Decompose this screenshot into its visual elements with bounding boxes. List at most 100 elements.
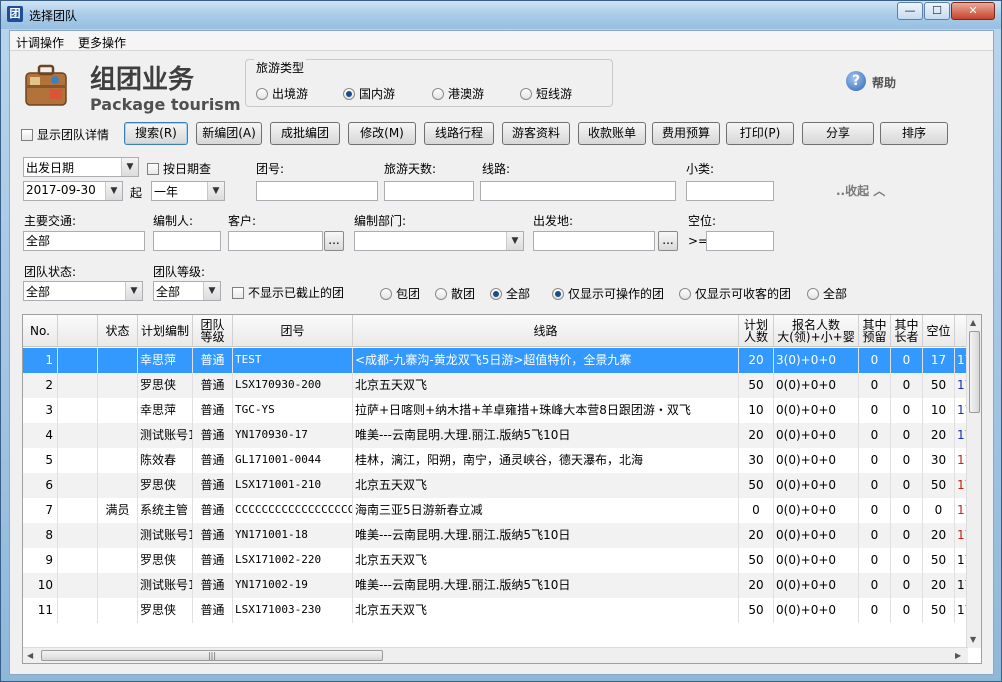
- col-senior[interactable]: 其中 长者: [891, 315, 923, 347]
- cell-long: 0: [891, 398, 923, 423]
- cell-level: 普通: [193, 373, 233, 398]
- transport-input[interactable]: 全部: [23, 231, 145, 251]
- tourist-info-button[interactable]: 游客资料: [502, 122, 570, 145]
- start-date-picker[interactable]: 2017-09-30 ▼: [23, 181, 123, 201]
- route-itinerary-button[interactable]: 线路行程: [424, 122, 494, 145]
- maximize-button[interactable]: ☐: [924, 2, 950, 20]
- days-input[interactable]: [384, 181, 474, 201]
- route-input[interactable]: [480, 181, 676, 201]
- scope-operable[interactable]: 仅显示可操作的团: [552, 285, 664, 302]
- hide-closed-checkbox[interactable]: 不显示已截止的团: [232, 284, 344, 301]
- menu-dispatch-ops[interactable]: 计调操作: [16, 34, 64, 51]
- group-type-charter[interactable]: 包团: [380, 285, 420, 302]
- cell-no: 4: [23, 423, 58, 448]
- help-icon[interactable]: ?: [846, 71, 866, 91]
- table-row[interactable]: 6 罗思侠 普通 LSX171001-210 北京五天双飞 50 0(0)+0+0 0 0 50 1…: [23, 473, 968, 498]
- customer-input[interactable]: [228, 231, 323, 251]
- subcat-input[interactable]: [686, 181, 774, 201]
- tour-type-short[interactable]: 短线游: [520, 85, 572, 102]
- scroll-left-icon[interactable]: ◀: [27, 651, 33, 660]
- vertical-scrollbar[interactable]: ▲ ▼: [966, 315, 981, 648]
- col-planner[interactable]: 计划编制: [138, 315, 193, 347]
- share-button[interactable]: 分享: [802, 122, 874, 145]
- col-no[interactable]: No.: [23, 315, 58, 347]
- chevron-down-icon: ▼: [203, 282, 220, 300]
- tour-type-hkmacau[interactable]: 港澳游: [432, 85, 484, 102]
- level-select[interactable]: 全部 ▼: [153, 281, 221, 301]
- show-detail-checkbox[interactable]: 显示团队详情: [21, 126, 109, 143]
- cell-plan: 20: [739, 423, 774, 448]
- cell-status: 满员: [98, 498, 138, 523]
- close-button[interactable]: ✕: [951, 2, 995, 20]
- table-row[interactable]: 8 测试账号1 普通 YN171001-18 唯美---云南昆明.大理.丽江.版纳5飞1…: [23, 523, 968, 548]
- col-signup[interactable]: 报名人数 大(领)+小+婴: [774, 315, 859, 347]
- table-row[interactable]: 9 罗思侠 普通 LSX171002-220 北京五天双飞 50 0(0)+0+0 0 0 50 1…: [23, 548, 968, 573]
- col-vacancy[interactable]: 空位: [923, 315, 955, 347]
- dept-select[interactable]: ▼: [354, 231, 524, 251]
- cell-vacancy: 50: [923, 598, 955, 623]
- cell-team: LSX171002-220: [233, 548, 353, 573]
- cell-route: 北京五天双飞: [353, 473, 739, 498]
- help-link[interactable]: 帮助: [872, 74, 896, 91]
- col-team-no[interactable]: 团号: [233, 315, 353, 347]
- cell-planner: 罗思侠: [138, 473, 193, 498]
- vacancy-input[interactable]: [706, 231, 774, 251]
- radio-icon: [679, 287, 691, 300]
- table-row[interactable]: 10 测试账号1 普通 YN171002-19 唯美---云南昆明.大理.丽江.版纳5飞…: [23, 573, 968, 598]
- period-select[interactable]: 一年 ▼: [151, 181, 225, 201]
- print-button[interactable]: 打印(P): [726, 122, 794, 145]
- cost-budget-button[interactable]: 费用预算: [652, 122, 720, 145]
- cell-level: 普通: [193, 348, 233, 373]
- scope-acceptable[interactable]: 仅显示可收客的团: [679, 285, 791, 302]
- tour-type-outbound[interactable]: 出境游: [256, 85, 308, 102]
- scroll-right-icon[interactable]: ▶: [955, 651, 961, 660]
- minimize-button[interactable]: —: [897, 2, 923, 20]
- scroll-thumb[interactable]: [969, 331, 980, 413]
- radio-icon: [256, 87, 268, 100]
- group-type-scattered[interactable]: 散团: [435, 285, 475, 302]
- cell-route: 唯美---云南昆明.大理.丽江.版纳5飞10日: [353, 423, 739, 448]
- creator-input[interactable]: [153, 231, 221, 251]
- window-title: 选择团队: [29, 9, 78, 23]
- cell-team: LSX170930-200: [233, 373, 353, 398]
- table-row[interactable]: 7 满员系统主管普通CCCCCCCCCCCCCCCCCCCC海南三亚5日游新春立减…: [23, 498, 968, 523]
- table-row[interactable]: 1 幸思萍 普通 TEST <成都-九寨沟-黄龙双飞5日游>超值特价，全景九寨 20 3(0…: [23, 348, 968, 373]
- depart-browse-button[interactable]: ...: [658, 231, 678, 251]
- group-type-all[interactable]: 全部: [490, 285, 530, 302]
- batch-create-button[interactable]: 成批编团: [270, 122, 340, 145]
- customer-browse-button[interactable]: ...: [324, 231, 344, 251]
- cell-team: GL171001-0044: [233, 448, 353, 473]
- col-reserve[interactable]: 其中 预留: [859, 315, 891, 347]
- col-route[interactable]: 线路: [353, 315, 739, 347]
- date-type-select[interactable]: 出发日期 ▼: [23, 157, 139, 177]
- by-date-checkbox[interactable]: 按日期查: [147, 160, 211, 177]
- table-row[interactable]: 11 罗思侠 普通 LSX171003-230 北京五天双飞 50 0(0)+0+0 0 0 50…: [23, 598, 968, 623]
- search-button[interactable]: 搜索(R): [124, 122, 188, 145]
- status-select[interactable]: 全部 ▼: [23, 281, 143, 301]
- collapse-toggle[interactable]: ..收起 ︿: [836, 182, 885, 199]
- cell-vacancy: 50: [923, 473, 955, 498]
- col-plan-count[interactable]: 计划 人数: [739, 315, 774, 347]
- scope-all[interactable]: 全部: [807, 285, 847, 302]
- col-blank[interactable]: [58, 315, 98, 347]
- scroll-thumb[interactable]: |||: [41, 650, 383, 661]
- sort-button[interactable]: 排序: [880, 122, 948, 145]
- col-level[interactable]: 团队 等级: [193, 315, 233, 347]
- horizontal-scrollbar[interactable]: ◀ ||| ▶: [23, 647, 968, 663]
- scroll-up-icon[interactable]: ▲: [970, 318, 976, 327]
- table-row[interactable]: 4 测试账号1 普通 YN170930-17 唯美---云南昆明.大理.丽江.版纳5飞1…: [23, 423, 968, 448]
- depart-input[interactable]: [533, 231, 655, 251]
- payment-bill-button[interactable]: 收款账单: [578, 122, 646, 145]
- scroll-down-icon[interactable]: ▼: [970, 635, 976, 644]
- col-status[interactable]: 状态: [98, 315, 138, 347]
- title-bar[interactable]: 团 选择团队 — ☐ ✕: [1, 1, 1001, 29]
- table-row[interactable]: 3 幸思萍 普通 TGC-YS 拉萨+日喀则+纳木措+羊卓雍措+珠峰大本营8日跟团游・双…: [23, 398, 968, 423]
- team-no-input[interactable]: [256, 181, 378, 201]
- menu-more-ops[interactable]: 更多操作: [78, 34, 126, 51]
- table-row[interactable]: 5 陈效春 普通 GL171001-0044 桂林，漓江，阳朔，南宁，通灵峡谷，德天瀑布…: [23, 448, 968, 473]
- modify-button[interactable]: 修改(M): [348, 122, 416, 145]
- tour-type-domestic[interactable]: 国内游: [343, 85, 395, 102]
- table-row[interactable]: 2 罗思侠 普通 LSX170930-200 北京五天双飞 50 0(0)+0+0 0 0 50 1…: [23, 373, 968, 398]
- checkbox-label: 不显示已截止的团: [248, 286, 345, 300]
- new-team-button[interactable]: 新编团(A): [196, 122, 262, 145]
